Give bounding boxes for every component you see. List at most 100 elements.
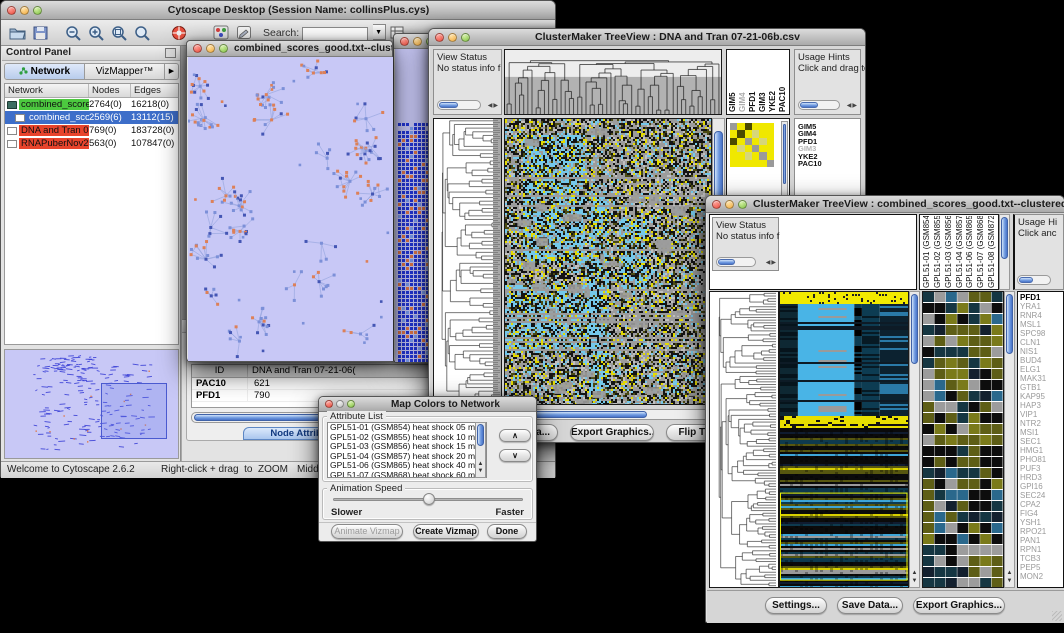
matrix-cell[interactable] (745, 152, 752, 159)
tab-network[interactable]: Network (5, 64, 85, 79)
minimize-button[interactable] (20, 6, 29, 15)
close-button[interactable] (400, 37, 409, 46)
tv2-hints-scrollbar[interactable] (1017, 275, 1051, 285)
tv2-gene-label[interactable]: TCB3 (1020, 554, 1061, 563)
tv1-heatmap[interactable] (504, 118, 712, 405)
matrix-cell[interactable] (745, 160, 752, 167)
tv2-status-scrollbar[interactable] (716, 257, 756, 267)
matrix-cell[interactable] (737, 152, 744, 159)
network-row[interactable]: DNA and Tran 07769(0)183728(0) (5, 124, 178, 137)
search-dropdown-arrow[interactable]: ▼ (373, 24, 386, 40)
tv2-gene-label[interactable]: CPA2 (1020, 500, 1061, 509)
zoom-in-icon[interactable] (87, 23, 107, 43)
minimize-button[interactable] (413, 37, 422, 46)
tv2-gene-label[interactable]: YSH1 (1020, 518, 1061, 527)
matrix-cell[interactable] (759, 145, 766, 152)
tv2-button-2[interactable]: Export Graphics... (913, 597, 1005, 614)
tv2-gene-label[interactable]: CLN1 (1020, 338, 1061, 347)
tv1-column-label[interactable]: PAC10 (778, 52, 788, 112)
tv2-gene-label[interactable]: KAP95 (1020, 392, 1061, 401)
matrix-cell[interactable] (730, 130, 737, 137)
minimize-button[interactable] (448, 33, 457, 42)
tv2-status-scroll-arrows[interactable]: ◀▶ (766, 259, 777, 266)
search-input[interactable] (302, 27, 368, 41)
tv2-gene-label[interactable]: PFD1 (1020, 293, 1061, 302)
matrix-cell[interactable] (767, 138, 774, 145)
attribute-list-item[interactable]: GPL51-07 (GSM868) heat shock 60 min (328, 471, 486, 479)
tv1-column-label[interactable]: GIM5 (728, 52, 738, 112)
tv2-column-label[interactable]: GPL51-08 (GSM872) (986, 216, 997, 288)
tv2-gene-label[interactable]: MSL1 (1020, 320, 1061, 329)
matrix-cell[interactable] (759, 152, 766, 159)
matrix-cell[interactable] (767, 130, 774, 137)
close-button[interactable] (7, 6, 16, 15)
map-dialog-titlebar[interactable]: Map Colors to Network (319, 397, 536, 412)
matrix-cell[interactable] (759, 138, 766, 145)
network1-view[interactable] (188, 57, 393, 361)
tv2-gene-label[interactable]: PHO81 (1020, 455, 1061, 464)
tv1-column-dendrogram[interactable] (504, 49, 722, 115)
tv1-status-scrollbar[interactable] (437, 100, 481, 110)
tv1-column-label[interactable]: GIM4 (738, 52, 748, 112)
tv2-heatmap-vscrollbar[interactable]: ▲▼ (909, 291, 920, 588)
network-row[interactable]: RNAPuberNov2+563(0)107847(0) (5, 137, 178, 150)
matrix-cell[interactable] (767, 145, 774, 152)
tv2-zoom-vscrollbar[interactable]: ▲▼ (1004, 291, 1015, 588)
save-icon[interactable] (30, 23, 50, 43)
matrix-cell[interactable] (745, 145, 752, 152)
tv1-column-label[interactable]: PFD1 (748, 52, 758, 112)
tv2-column-dendrogram[interactable]: View Status No status info f ◀▶ (709, 214, 917, 290)
tv2-gene-label[interactable]: SEC1 (1020, 437, 1061, 446)
tv2-button-0[interactable]: Settings... (765, 597, 827, 614)
zoom-button[interactable] (347, 400, 355, 408)
matrix-cell[interactable] (737, 130, 744, 137)
matrix-cell[interactable] (752, 130, 759, 137)
tv2-gene-label[interactable]: NIS1 (1020, 347, 1061, 356)
move-down-button[interactable]: ∨ (499, 449, 531, 462)
zoom-fit-icon[interactable] (133, 23, 153, 43)
zoom-out-icon[interactable] (64, 23, 84, 43)
tv2-column-label[interactable]: GPL51-03 (GSM856) (943, 216, 954, 288)
matrix-cell[interactable] (730, 138, 737, 145)
treeview2-titlebar[interactable]: ClusterMaker TreeView : combined_scores_… (706, 196, 1064, 213)
close-button[interactable] (435, 33, 444, 42)
tv2-column-label[interactable]: GPL51-07 (GSM868) (975, 216, 986, 288)
tv2-gene-label[interactable]: RPN1 (1020, 545, 1061, 554)
minimize-button[interactable] (725, 200, 734, 209)
matrix-cell[interactable] (737, 138, 744, 145)
tv2-gene-label[interactable]: BUD4 (1020, 356, 1061, 365)
tv2-gene-label[interactable]: MSI1 (1020, 428, 1061, 437)
matrix-cell[interactable] (752, 160, 759, 167)
matrix-cell[interactable] (752, 152, 759, 159)
matrix-cell[interactable] (737, 160, 744, 167)
tv2-column-label[interactable]: GPL51-02 (GSM855) (932, 216, 943, 288)
matrix-cell[interactable] (730, 160, 737, 167)
zoom-button[interactable] (219, 44, 228, 53)
zoom-selected-icon[interactable] (110, 23, 130, 43)
tv2-gene-label[interactable]: HRD3 (1020, 473, 1061, 482)
tv2-gene-label[interactable]: HMG1 (1020, 446, 1061, 455)
tv1-column-label[interactable]: YKE2 (768, 52, 778, 112)
tv1-hints-scrollbar[interactable] (798, 100, 840, 110)
tv2-heatmap[interactable] (779, 291, 909, 588)
tv2-gene-label[interactable]: NTR2 (1020, 419, 1061, 428)
network-row[interactable]: combined_sco2569(6)13112(15) (5, 111, 178, 124)
zoom-button[interactable] (33, 6, 42, 15)
tv2-gene-label[interactable]: HAP3 (1020, 401, 1061, 410)
tv1-column-label[interactable]: GIM3 (758, 52, 768, 112)
zoom-button[interactable] (461, 33, 470, 42)
tv2-gene-label[interactable]: ELG1 (1020, 365, 1061, 374)
close-button[interactable] (712, 200, 721, 209)
tv2-gene-label[interactable]: FIG4 (1020, 509, 1061, 518)
tv1-zoom-matrix[interactable] (730, 123, 774, 167)
tv2-gene-label[interactable]: PAN1 (1020, 536, 1061, 545)
tv2-zoom-heatmap[interactable] (922, 291, 1004, 588)
tv2-gene-label[interactable]: RPO21 (1020, 527, 1061, 536)
matrix-cell[interactable] (759, 160, 766, 167)
matrix-cell[interactable] (767, 152, 774, 159)
tv2-gene-label[interactable]: MAK31 (1020, 374, 1061, 383)
resize-grip[interactable] (1052, 611, 1062, 621)
tv2-button-1[interactable]: Save Data... (837, 597, 903, 614)
tv2-gene-label[interactable]: SEC24 (1020, 491, 1061, 500)
speed-slider-thumb[interactable] (423, 493, 435, 505)
